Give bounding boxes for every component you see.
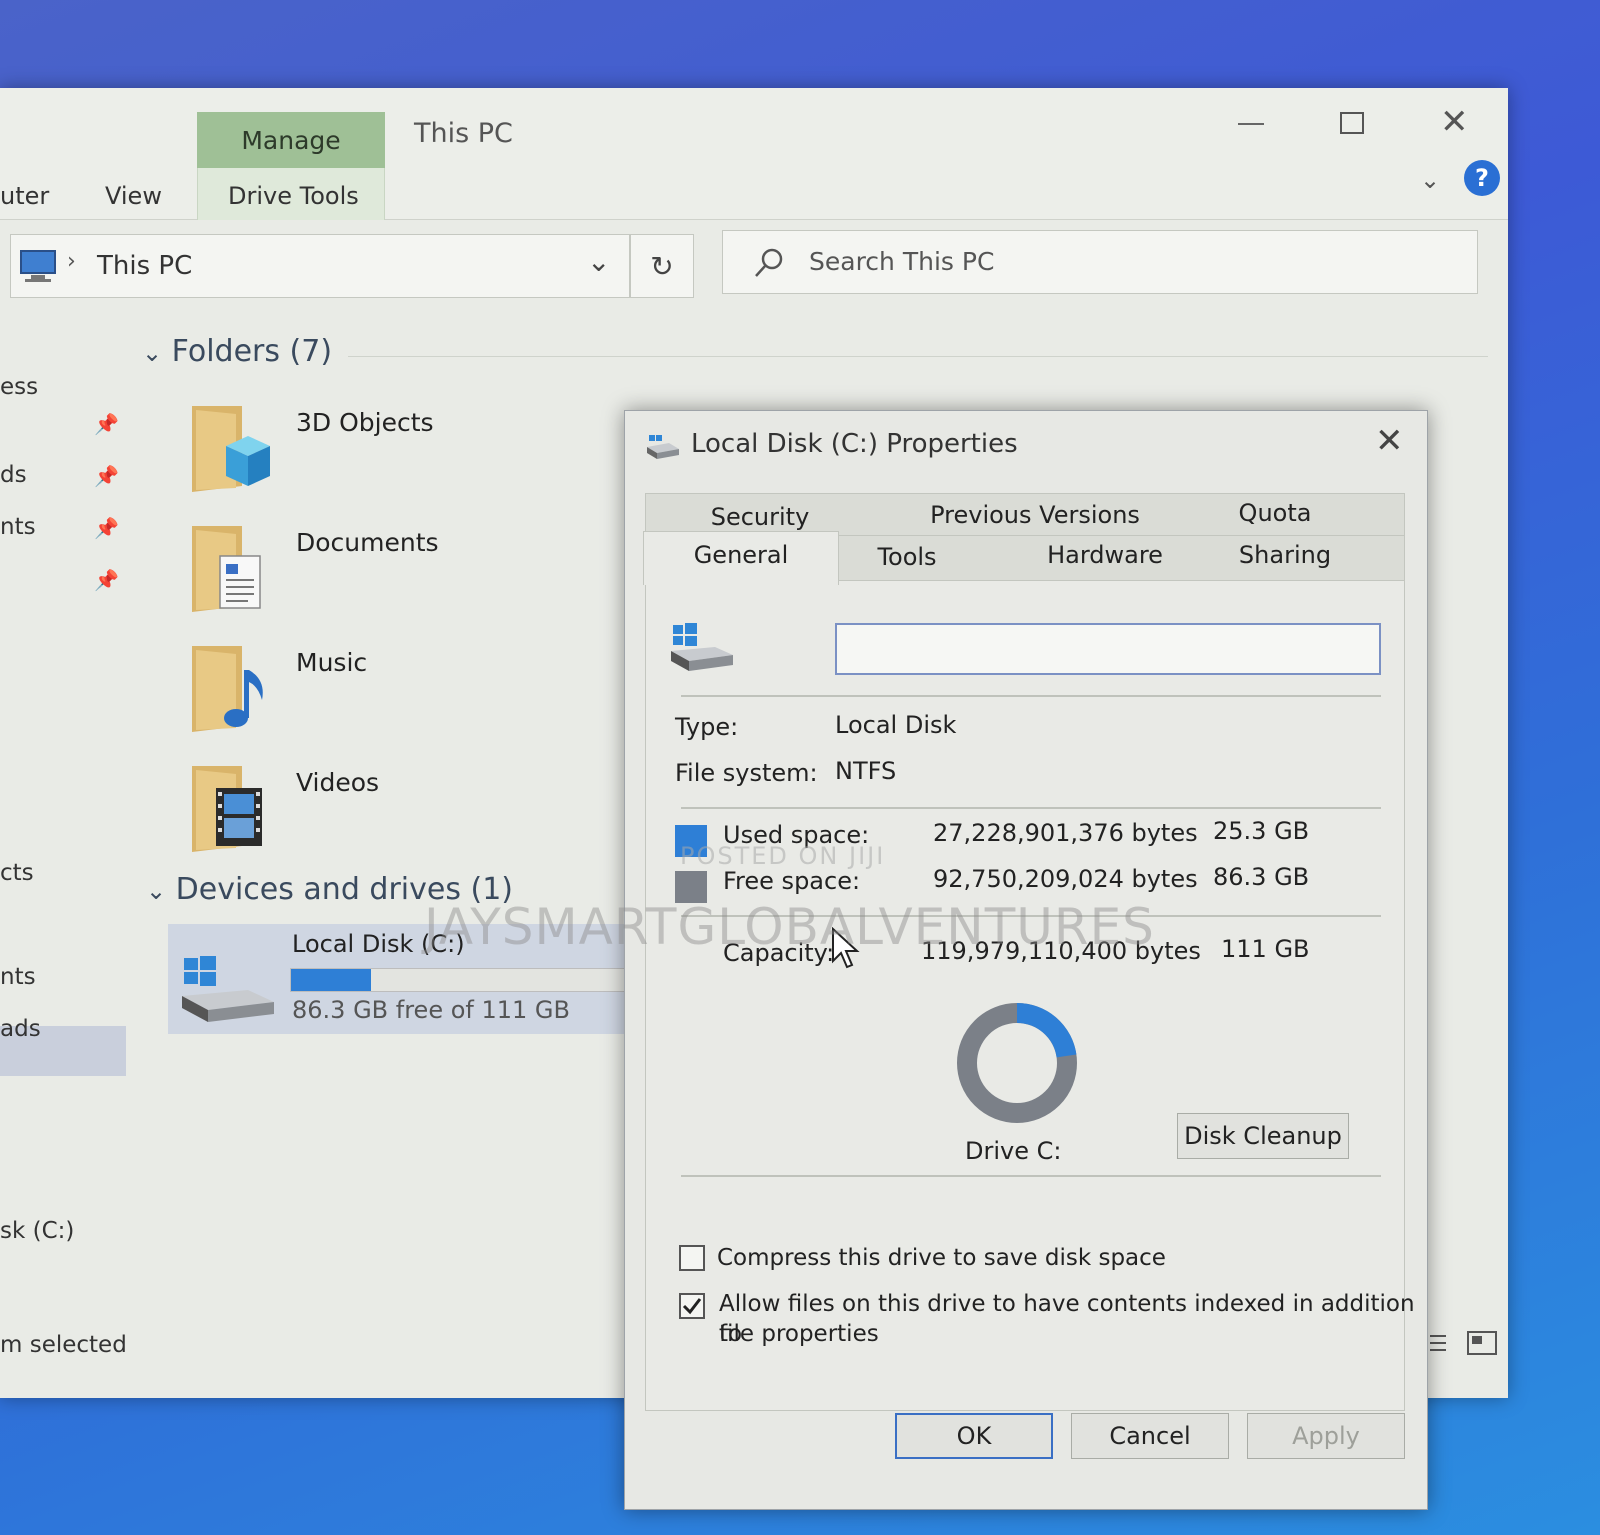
divider xyxy=(681,695,1381,697)
nav-item-downloads[interactable]: ds xyxy=(0,462,27,488)
drive-usage-bar xyxy=(290,968,640,992)
cancel-button[interactable]: Cancel xyxy=(1071,1413,1229,1459)
navigation-pane: ess ds nts 📌 📌 📌 📌 cts nts ads sk (C:) xyxy=(0,318,130,1358)
file-system-value: NTFS xyxy=(835,757,897,785)
music-folder-icon xyxy=(192,646,263,732)
documents-folder-icon xyxy=(192,526,261,612)
watermark-line2: JAYSMARTGLOBALVENTURES xyxy=(424,898,1155,956)
minimize-icon[interactable] xyxy=(1238,110,1264,136)
disk-usage-donut xyxy=(957,1003,1077,1123)
ribbon-tab-view[interactable]: View xyxy=(105,182,162,210)
watermark-line1: POSTED ON JIJI xyxy=(680,842,886,870)
properties-dialog: Local Disk (C:) Properties ✕ Security Pr… xyxy=(624,410,1428,1510)
view-toggle-icons[interactable] xyxy=(1428,1328,1502,1358)
folder-label: Documents xyxy=(296,528,439,557)
pin-icon[interactable]: 📌 xyxy=(94,412,119,436)
used-space-gb: 25.3 GB xyxy=(1213,817,1310,845)
close-icon[interactable]: ✕ xyxy=(1375,421,1404,461)
disk-cleanup-button[interactable]: Disk Cleanup xyxy=(1177,1113,1349,1159)
apply-button[interactable]: Apply xyxy=(1247,1413,1405,1459)
breadcrumb-separator-icon: › xyxy=(67,249,76,274)
free-space-bytes: 92,750,209,024 bytes xyxy=(933,865,1198,893)
index-label-line2: file properties xyxy=(719,1321,879,1347)
tab-general[interactable]: General xyxy=(671,541,811,569)
chevron-down-icon: ⌄ xyxy=(146,877,167,905)
tab-tools[interactable]: Tools xyxy=(847,543,967,571)
nav-item-downloads-2[interactable]: ads xyxy=(0,1016,41,1042)
manage-tab[interactable]: Manage xyxy=(197,112,385,168)
videos-folder-icon xyxy=(192,766,262,852)
free-space-label: Free space: xyxy=(723,867,861,895)
drive-name-input[interactable] xyxy=(835,623,1381,675)
help-icon[interactable]: ? xyxy=(1464,160,1500,196)
nav-item-documents-2[interactable]: nts xyxy=(0,964,36,990)
3d-objects-folder-icon xyxy=(192,406,270,492)
folder-item-documents[interactable]: Documents xyxy=(186,520,626,630)
pin-icon[interactable]: 📌 xyxy=(94,568,119,592)
drive-usage-fill xyxy=(291,969,372,991)
ok-button[interactable]: OK xyxy=(895,1413,1053,1459)
free-space-gb: 86.3 GB xyxy=(1213,863,1310,891)
folders-header-label: Folders (7) xyxy=(171,334,333,369)
pin-icon[interactable]: 📌 xyxy=(94,516,119,540)
compress-label: Compress this drive to save disk space xyxy=(717,1245,1166,1271)
folder-item-3d-objects[interactable]: 3D Objects xyxy=(186,400,626,510)
folder-item-music[interactable]: Music xyxy=(186,640,626,750)
folder-label: Videos xyxy=(296,768,380,797)
chevron-down-icon: ⌄ xyxy=(142,339,163,367)
refresh-button[interactable]: ↻ xyxy=(630,234,694,298)
nav-item-documents[interactable]: nts xyxy=(0,514,36,540)
ribbon: Manage This PC uter View Drive Tools ✕ ⌄… xyxy=(0,88,1508,220)
general-tab-panel xyxy=(645,581,1405,1411)
index-checkbox[interactable] xyxy=(679,1293,705,1319)
address-bar[interactable]: › This PC ⌄ xyxy=(10,234,630,298)
drive-letter-label: Drive C: xyxy=(965,1137,1062,1165)
type-label: Type: xyxy=(675,713,739,741)
tab-sharing[interactable]: Sharing xyxy=(1225,541,1345,569)
chevron-down-icon[interactable]: ⌄ xyxy=(1420,166,1440,194)
capacity-gb: 111 GB xyxy=(1221,935,1310,963)
drive-title-icon xyxy=(647,435,679,459)
maximize-icon[interactable] xyxy=(1340,112,1364,134)
nav-item-local-disk[interactable]: sk (C:) xyxy=(0,1218,74,1244)
nav-item-objects[interactable]: cts xyxy=(0,860,34,886)
tab-previous-versions[interactable]: Previous Versions xyxy=(915,501,1155,529)
checkmark-icon xyxy=(682,1298,702,1315)
close-icon[interactable]: ✕ xyxy=(1440,102,1469,142)
folder-label: 3D Objects xyxy=(296,408,434,437)
search-box[interactable]: Search This PC xyxy=(722,230,1478,294)
divider xyxy=(681,807,1381,809)
used-space-bytes: 27,228,901,376 bytes xyxy=(933,819,1198,847)
folders-section-header[interactable]: ⌄ Folders (7) xyxy=(142,334,332,369)
window-title: This PC xyxy=(414,118,513,149)
pin-icon[interactable]: 📌 xyxy=(94,464,119,488)
ribbon-tab-drive-tools[interactable]: Drive Tools xyxy=(228,182,359,210)
address-location: This PC xyxy=(97,251,193,281)
dialog-title: Local Disk (C:) Properties xyxy=(691,429,1018,459)
folder-item-videos[interactable]: Videos xyxy=(186,760,626,870)
address-dropdown-icon[interactable]: ⌄ xyxy=(587,245,610,278)
hard-drive-icon xyxy=(671,623,733,671)
tab-quota[interactable]: Quota xyxy=(1225,499,1325,527)
computer-icon xyxy=(20,250,56,282)
search-input[interactable]: Search This PC xyxy=(809,247,994,276)
search-icon xyxy=(755,248,783,277)
ribbon-tab-computer[interactable]: uter xyxy=(0,182,49,210)
file-system-label: File system: xyxy=(675,759,818,787)
section-divider xyxy=(348,356,1488,357)
tab-security[interactable]: Security xyxy=(685,503,835,531)
compress-checkbox[interactable] xyxy=(679,1245,705,1271)
nav-item-quick-access[interactable]: ess xyxy=(0,374,38,400)
drive-free-text: 86.3 GB free of 111 GB xyxy=(292,996,570,1024)
refresh-icon: ↻ xyxy=(650,249,674,283)
folder-label: Music xyxy=(296,648,368,677)
hard-drive-icon xyxy=(182,956,274,1022)
type-value: Local Disk xyxy=(835,711,957,739)
status-bar-text: m selected xyxy=(0,1332,127,1358)
divider xyxy=(681,1175,1381,1177)
tab-hardware[interactable]: Hardware xyxy=(1025,541,1185,569)
